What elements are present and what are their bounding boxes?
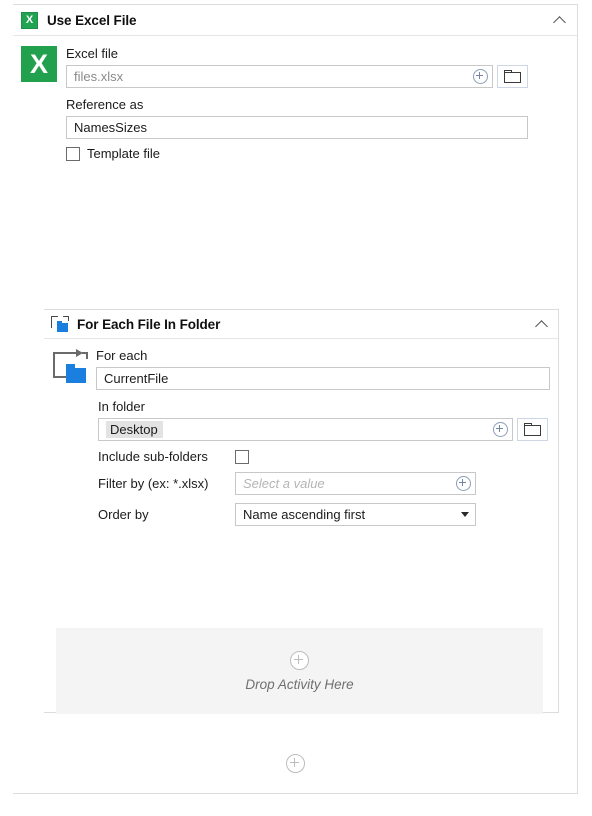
include-subfolders-row: Include sub-folders xyxy=(44,449,558,464)
excel-icon-large: X xyxy=(21,46,57,82)
template-file-row[interactable]: Template file xyxy=(66,146,528,161)
reference-as-label: Reference as xyxy=(66,97,144,112)
for-each-label: For each xyxy=(96,348,148,363)
excel-file-label: Excel file xyxy=(66,46,119,61)
for-each-value: CurrentFile xyxy=(104,371,169,386)
chevron-up-icon[interactable] xyxy=(535,317,549,331)
excel-file-input[interactable]: files.xlsx xyxy=(66,65,493,88)
filter-by-row: Filter by (ex: *.xlsx) Select a value xyxy=(44,472,558,495)
in-folder-block: In folder Desktop xyxy=(44,399,561,441)
in-folder-input[interactable]: Desktop xyxy=(98,418,513,441)
reference-as-input[interactable]: NamesSizes xyxy=(66,116,528,139)
excel-icon: X xyxy=(21,11,38,29)
for-each-folder-icon-large xyxy=(52,348,88,384)
use-excel-file-header[interactable]: X Use Excel File xyxy=(13,5,577,36)
excel-file-value: files.xlsx xyxy=(74,69,124,84)
plus-circle-icon[interactable] xyxy=(473,69,488,84)
folder-icon xyxy=(524,423,541,436)
in-folder-value: Desktop xyxy=(106,421,163,438)
for-each-input[interactable]: CurrentFile xyxy=(96,367,550,390)
use-excel-file-body: X Excel file files.xlsx Reference as Nam… xyxy=(13,36,577,773)
excel-file-input-group: files.xlsx xyxy=(66,65,528,88)
folder-icon xyxy=(504,70,521,83)
plus-circle-icon[interactable] xyxy=(285,754,305,773)
chevron-down-icon[interactable] xyxy=(461,512,469,517)
include-subfolders-checkbox[interactable] xyxy=(235,449,249,464)
add-activity-slot-bottom xyxy=(13,754,577,773)
excel-file-row: X Excel file files.xlsx Reference as Nam… xyxy=(13,46,577,161)
plus-circle-icon[interactable] xyxy=(493,422,508,437)
filter-by-label: Filter by (ex: *.xlsx) xyxy=(98,476,209,491)
filter-by-placeholder: Select a value xyxy=(243,476,325,491)
for-each-fields-column: For each CurrentFile xyxy=(96,348,550,390)
order-by-select[interactable]: Name ascending first xyxy=(235,503,476,526)
for-each-row: For each CurrentFile xyxy=(44,348,558,390)
drop-activity-zone[interactable]: Drop Activity Here xyxy=(56,628,543,714)
template-file-checkbox[interactable] xyxy=(66,146,80,161)
in-folder-browse-button[interactable] xyxy=(517,418,548,441)
use-excel-file-title: Use Excel File xyxy=(47,12,137,28)
drop-activity-label: Drop Activity Here xyxy=(245,676,354,692)
order-by-field: Name ascending first xyxy=(235,503,476,526)
reference-as-value: NamesSizes xyxy=(74,120,147,135)
for-each-file-in-folder-card: For Each File In Folder For each Current… xyxy=(44,309,561,714)
order-by-value: Name ascending first xyxy=(243,507,366,522)
for-each-body: For each CurrentFile In folder Desktop I… xyxy=(44,339,561,714)
template-file-label: Template file xyxy=(87,146,160,161)
for-each-folder-icon xyxy=(51,316,69,332)
filter-by-field: Select a value xyxy=(235,472,476,495)
excel-file-browse-button[interactable] xyxy=(497,65,528,88)
plus-circle-icon[interactable] xyxy=(290,650,309,670)
in-folder-input-group: Desktop xyxy=(98,418,548,441)
excel-fields-column: Excel file files.xlsx Reference as Names… xyxy=(66,46,528,161)
order-by-label: Order by xyxy=(98,507,149,522)
plus-circle-icon[interactable] xyxy=(456,476,471,491)
for-each-header[interactable]: For Each File In Folder xyxy=(44,310,558,339)
chevron-up-icon[interactable] xyxy=(553,13,567,27)
in-folder-label: In folder xyxy=(98,399,145,414)
order-by-row: Order by Name ascending first xyxy=(44,503,558,526)
include-subfolders-label: Include sub-folders xyxy=(98,449,208,464)
for-each-title: For Each File In Folder xyxy=(77,316,221,332)
filter-by-input[interactable]: Select a value xyxy=(235,472,476,495)
